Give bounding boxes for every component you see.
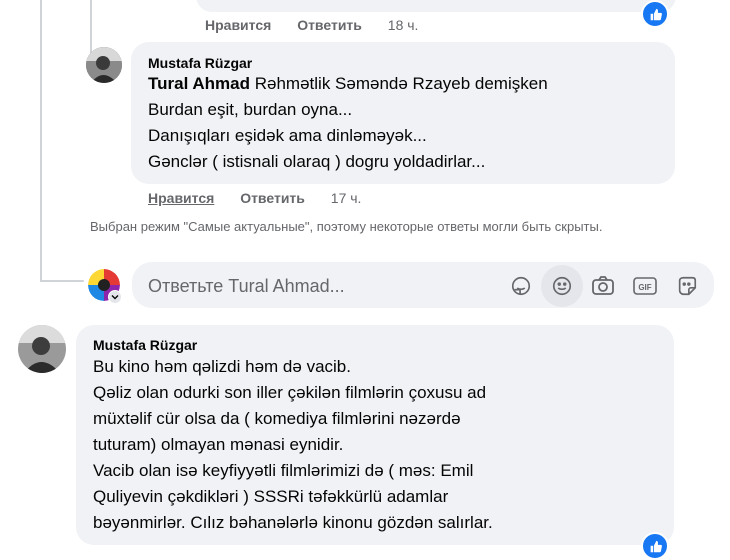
like-link[interactable]: Нравится [205, 17, 271, 33]
comment-actions: Нравится Ответить 17 ч. [148, 190, 383, 206]
avatar[interactable] [86, 47, 122, 83]
comment-text-line: müxtəlif cür olsa da ( komediya filmləri… [93, 409, 461, 428]
reply-link[interactable]: Ответить [297, 17, 362, 33]
comment-text-line: Danışıqları eşidək ama dinləməyək... [148, 126, 427, 145]
comment-text-line: Burdan eşit, burdan oyna... [148, 100, 353, 119]
comment-actions: Нравится Ответить 18 ч. [205, 17, 440, 33]
comment-text-line: tuturam) olmayan mənasi eynidir. [93, 435, 344, 454]
mention-link[interactable]: Tural Ahmad [148, 74, 250, 93]
thumbs-up-icon [650, 540, 662, 552]
comment-author[interactable]: Mustafa Rüzgar [148, 55, 252, 71]
gif-icon[interactable]: GIF [632, 273, 658, 299]
comment-text-line: Tural Ahmad Rəhmətlik Səməndə Rzayeb dem… [148, 72, 548, 96]
emoji-icon[interactable] [541, 265, 583, 307]
account-switcher-chevron-icon[interactable] [108, 290, 122, 304]
avatar[interactable] [18, 325, 66, 373]
sticker-icon[interactable] [508, 273, 534, 299]
thread-line-branch [40, 280, 84, 282]
comment-text-line: Qəliz olan odurki son iller çəkilən film… [93, 383, 487, 402]
comment-time[interactable]: 17 ч. [331, 190, 362, 206]
comment-time[interactable]: 18 ч. [388, 17, 419, 33]
comment-text-line: Quliyevin çəkdikləri ) SSSRi təfəkkürlü … [93, 487, 449, 506]
comment-text: Rəhmətlik Səməndə Rzayeb demişken [250, 74, 548, 93]
profile-photo [86, 47, 122, 83]
like-link[interactable]: Нравится [148, 190, 214, 206]
comment-text-line: Vacib olan isə keyfiyyətli filmlərimizi … [93, 461, 474, 480]
thread-line-reply [90, 0, 92, 58]
comment-text-line: Bu kino həm qəlizdi həm də vacib. [93, 357, 351, 376]
thread-line [40, 0, 42, 282]
avatar-sticker-icon[interactable] [674, 273, 700, 299]
like-reaction-badge[interactable] [641, 532, 669, 560]
sorting-notice: Выбран режим "Самые актуальные", поэтому… [90, 219, 603, 234]
like-reaction-badge[interactable] [641, 0, 669, 28]
thumbs-up-icon [650, 8, 662, 20]
comment-text-line: Gənclər ( istisnali olaraq ) dogru yolda… [148, 152, 486, 171]
profile-photo [18, 325, 66, 373]
thread-line-branch [90, 0, 92, 8]
svg-text:GIF: GIF [638, 283, 651, 292]
comment-author[interactable]: Mustafa Rüzgar [93, 337, 197, 353]
reply-placeholder: Ответьте Tural Ahmad... [148, 276, 345, 296]
camera-icon[interactable] [590, 273, 616, 299]
reply-link[interactable]: Ответить [240, 190, 305, 206]
comment-text-line: bəyənmirlər. Cılız bəhanələrlə kinonu gö… [93, 513, 493, 532]
comment-bubble-previous [196, 0, 676, 12]
